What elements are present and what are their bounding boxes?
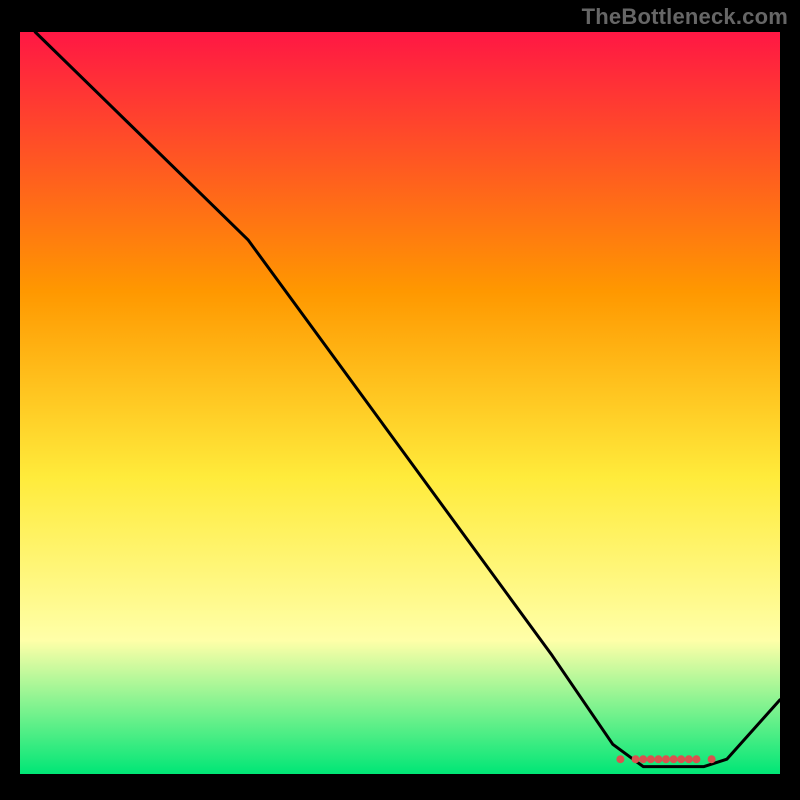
marker-dot [654,755,662,763]
marker-dot [616,755,624,763]
watermark-text: TheBottleneck.com [582,4,788,30]
bottleneck-chart [0,0,800,800]
marker-dot [632,755,640,763]
marker-dot [647,755,655,763]
marker-dot [677,755,685,763]
chart-stage: TheBottleneck.com [0,0,800,800]
plot-background [20,32,780,774]
marker-dot [670,755,678,763]
marker-dot [662,755,670,763]
marker-dot [708,755,716,763]
marker-dot [639,755,647,763]
marker-dot [692,755,700,763]
marker-dot [685,755,693,763]
